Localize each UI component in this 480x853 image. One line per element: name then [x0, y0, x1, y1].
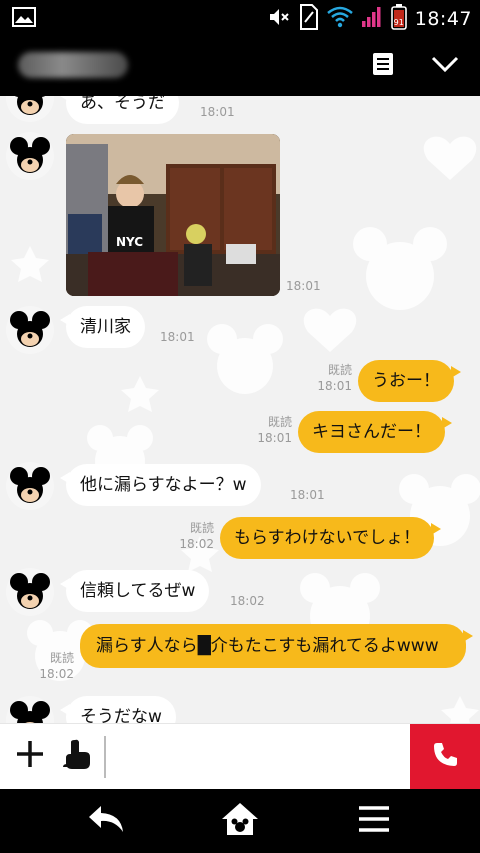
message-time: 18:01 — [286, 279, 321, 293]
read-receipt: 既読 18:02 — [32, 650, 74, 682]
chat-title-redacted — [18, 52, 128, 78]
back-icon — [87, 804, 125, 838]
attach-button[interactable] — [12, 738, 48, 774]
message-time: 18:01 — [200, 105, 235, 119]
signal-icon — [361, 6, 383, 32]
call-button[interactable] — [410, 724, 480, 790]
collapse-button[interactable] — [428, 50, 462, 82]
chat-header — [0, 36, 480, 96]
notes-button[interactable] — [366, 50, 400, 82]
navigation-bar — [0, 789, 480, 853]
sim-icon — [299, 4, 319, 34]
message-time: 18:02 — [39, 667, 74, 681]
message-time: 18:02 — [230, 594, 265, 608]
sticker-button[interactable] — [60, 738, 96, 774]
read-receipt: 既読 18:01 — [310, 362, 352, 394]
message-bubble[interactable]: 信頼してるぜw — [59, 570, 210, 612]
phone-icon — [431, 741, 459, 773]
read-receipt: 既読 18:02 — [172, 520, 214, 552]
mute-icon — [267, 5, 291, 33]
read-label: 既読 — [267, 415, 292, 429]
menu-icon — [357, 805, 391, 837]
read-receipt: 既読 18:01 — [250, 414, 292, 446]
message-bubble[interactable]: 他に漏らすなよー？w — [60, 464, 261, 506]
menu-button[interactable] — [352, 801, 396, 841]
read-label: 既読 — [327, 363, 352, 377]
battery-icon: 91 — [390, 4, 407, 34]
message-time: 18:01 — [257, 431, 292, 445]
notes-icon — [372, 52, 394, 80]
message-time: 18:01 — [290, 488, 325, 502]
contact-avatar[interactable] — [6, 132, 54, 180]
message-bubble[interactable]: うおー！ — [358, 360, 461, 402]
message-bubble[interactable]: あ、そうだ — [60, 96, 179, 124]
read-label: 既読 — [49, 651, 74, 665]
message-bubble[interactable]: 清川家 — [60, 306, 145, 348]
gallery-icon — [12, 7, 36, 31]
contact-avatar[interactable] — [6, 306, 54, 354]
home-icon — [220, 801, 260, 841]
message-input-bar — [0, 723, 480, 790]
message-bubble[interactable]: もらすわけないでしょ！ — [220, 517, 442, 559]
battery-level: 91 — [393, 18, 404, 27]
message-bubble[interactable]: キヨさんだー！ — [298, 411, 452, 453]
message-input[interactable] — [104, 736, 400, 778]
chat-area[interactable]: あ、そうだ 18:01 NYC 18:01 清川家 18:01 既読 18:01… — [0, 96, 480, 723]
svg-text:NYC: NYC — [116, 235, 143, 249]
back-button[interactable] — [84, 801, 128, 841]
status-bar: 91 18:47 — [0, 0, 480, 36]
clock: 18:47 — [414, 8, 472, 30]
wifi-icon — [326, 6, 353, 32]
read-label: 既読 — [189, 521, 214, 535]
photo-message[interactable]: NYC — [66, 134, 280, 296]
message-time: 18:02 — [179, 537, 214, 551]
message-time: 18:01 — [317, 379, 352, 393]
mickey-hand-icon — [63, 738, 93, 774]
message-bubble[interactable]: 漏らす人なら█介もたこすも漏れてるよwww — [80, 624, 473, 668]
contact-avatar[interactable] — [6, 568, 54, 616]
chevron-down-icon — [431, 55, 459, 77]
message-bubble[interactable]: そうだなw — [60, 696, 176, 723]
home-button[interactable] — [218, 801, 262, 841]
contact-avatar[interactable] — [6, 462, 54, 510]
plus-icon — [15, 739, 45, 773]
message-time: 18:01 — [160, 330, 195, 344]
